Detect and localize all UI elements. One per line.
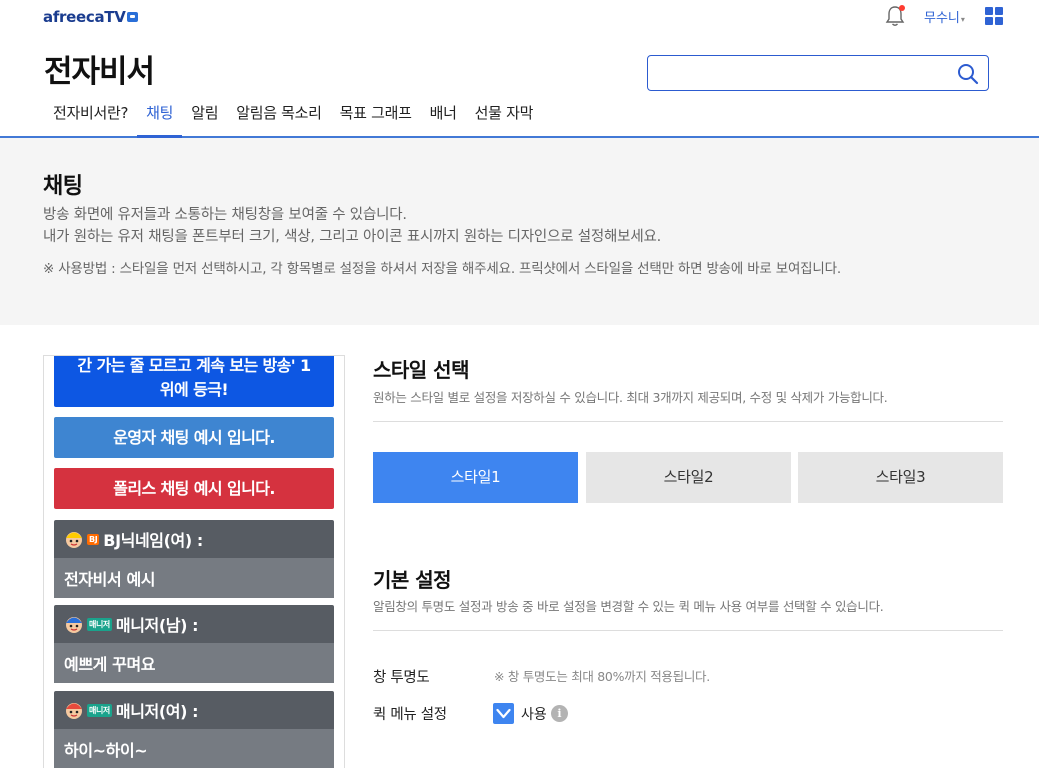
afreecatv-logo[interactable]: afreecaTV bbox=[43, 8, 138, 26]
notification-dot bbox=[899, 5, 905, 11]
style-section-description: 원하는 스타일 별로 설정을 저장하실 수 있습니다. 최대 3개까지 제공되며… bbox=[373, 390, 888, 405]
section-description: 방송 화면에 유저들과 소통하는 채팅창을 보여줄 수 있습니다. 내가 원하는… bbox=[43, 204, 661, 248]
police-message: 폴리스 채팅 예시 입니다. bbox=[54, 468, 334, 509]
chat-name-row: 매니저 매니저(남) : bbox=[54, 605, 334, 643]
chat-message: 예쁘게 꾸며요 bbox=[54, 643, 334, 683]
usage-note: ※ 사용방법 : 스타일을 먼저 선택하시고, 각 항목별로 설정을 하셔서 저… bbox=[43, 261, 841, 277]
tab-banner[interactable]: 배너 bbox=[421, 100, 466, 138]
chat-item: 매니저 매니저(남) : 예쁘게 꾸며요 bbox=[54, 605, 334, 683]
notification-bell-icon[interactable] bbox=[885, 5, 905, 27]
style-section-title: 스타일 선택 bbox=[373, 358, 469, 382]
site-header: afreecaTV 무수니▾ 전자비서 전자비서란? 채팅 알림 알림음 목소리… bbox=[0, 0, 1039, 138]
basic-settings-title: 기본 설정 bbox=[373, 568, 452, 592]
chat-name-row: 매니저 매니저(여) : bbox=[54, 691, 334, 729]
avatar-icon bbox=[66, 532, 82, 548]
chat-message: 하이~하이~ bbox=[54, 729, 334, 768]
highlight-message: 간 가는 줄 모르고 계속 보는 방송' 1 위에 등극! bbox=[54, 356, 334, 407]
tab-alert[interactable]: 알림 bbox=[182, 100, 227, 138]
manager-badge: 매니저 bbox=[87, 617, 112, 631]
chat-nickname: BJ닉네임(여) : bbox=[103, 531, 203, 550]
divider bbox=[373, 630, 1003, 631]
description-line: 방송 화면에 유저들과 소통하는 채팅창을 보여줄 수 있습니다. bbox=[43, 207, 407, 223]
style-2-button[interactable]: 스타일2 bbox=[586, 452, 791, 503]
logo-text: afreecaTV bbox=[43, 8, 126, 26]
chat-preview: 간 가는 줄 모르고 계속 보는 방송' 1 위에 등극! 운영자 채팅 예시 … bbox=[43, 355, 345, 768]
tv-icon bbox=[126, 12, 138, 22]
tab-alert-voice[interactable]: 알림음 목소리 bbox=[227, 100, 330, 138]
chat-message: 전자비서 예시 bbox=[54, 558, 334, 598]
chevron-down-icon: ▾ bbox=[960, 15, 965, 24]
chat-name-row: BJ BJ닉네임(여) : bbox=[54, 520, 334, 558]
chat-item: BJ BJ닉네임(여) : 전자비서 예시 bbox=[54, 520, 334, 598]
tab-gift-caption[interactable]: 선물 자막 bbox=[466, 100, 542, 138]
checkmark-icon bbox=[496, 708, 511, 719]
tab-chat[interactable]: 채팅 bbox=[137, 100, 183, 138]
tab-goal-graph[interactable]: 목표 그래프 bbox=[331, 100, 421, 138]
opacity-label: 창 투명도 bbox=[373, 670, 430, 686]
avatar-icon bbox=[66, 617, 82, 633]
style-1-button[interactable]: 스타일1 bbox=[373, 452, 578, 503]
chat-nickname: 매니저(남) : bbox=[115, 616, 199, 635]
app-grid-icon[interactable] bbox=[985, 7, 1003, 25]
description-line: 내가 원하는 유저 채팅을 폰트부터 크기, 색상, 그리고 아이콘 표시까지 … bbox=[43, 229, 662, 245]
quick-menu-label: 퀵 메뉴 설정 bbox=[373, 707, 447, 723]
chat-nickname: 매니저(여) : bbox=[115, 702, 199, 721]
chat-item: 매니저 매니저(여) : 하이~하이~ bbox=[54, 691, 334, 768]
page-title: 전자비서 bbox=[44, 54, 155, 90]
section-title: 채팅 bbox=[43, 174, 83, 199]
search-input[interactable] bbox=[648, 56, 948, 90]
tab-about[interactable]: 전자비서란? bbox=[44, 100, 137, 138]
highlight-line: 위에 등극! bbox=[159, 380, 229, 399]
nav-tabs: 전자비서란? 채팅 알림 알림음 목소리 목표 그래프 배너 선물 자막 bbox=[44, 100, 542, 138]
search-box[interactable] bbox=[647, 55, 989, 91]
basic-settings-description: 알림창의 투명도 설정과 방송 중 바로 설정을 변경할 수 있는 퀵 메뉴 사… bbox=[373, 599, 884, 614]
avatar-icon bbox=[66, 703, 82, 719]
quick-menu-checkbox[interactable] bbox=[493, 703, 514, 724]
user-menu[interactable]: 무수니▾ bbox=[924, 7, 965, 26]
operator-message: 운영자 채팅 예시 입니다. bbox=[54, 417, 334, 458]
style-3-button[interactable]: 스타일3 bbox=[798, 452, 1003, 503]
bj-badge: BJ bbox=[87, 533, 100, 545]
highlight-line: 간 가는 줄 모르고 계속 보는 방송' 1 bbox=[77, 356, 311, 375]
manager-badge: 매니저 bbox=[87, 703, 112, 717]
divider bbox=[373, 421, 1003, 422]
search-icon[interactable] bbox=[957, 63, 979, 85]
user-name: 무수니 bbox=[924, 11, 960, 26]
info-section: 채팅 방송 화면에 유저들과 소통하는 채팅창을 보여줄 수 있습니다. 내가 … bbox=[0, 138, 1039, 325]
opacity-note: ※ 창 투명도는 최대 80%까지 적용됩니다. bbox=[494, 669, 710, 684]
info-icon[interactable]: i bbox=[551, 705, 568, 722]
quick-menu-use-label[interactable]: 사용 bbox=[521, 704, 547, 724]
